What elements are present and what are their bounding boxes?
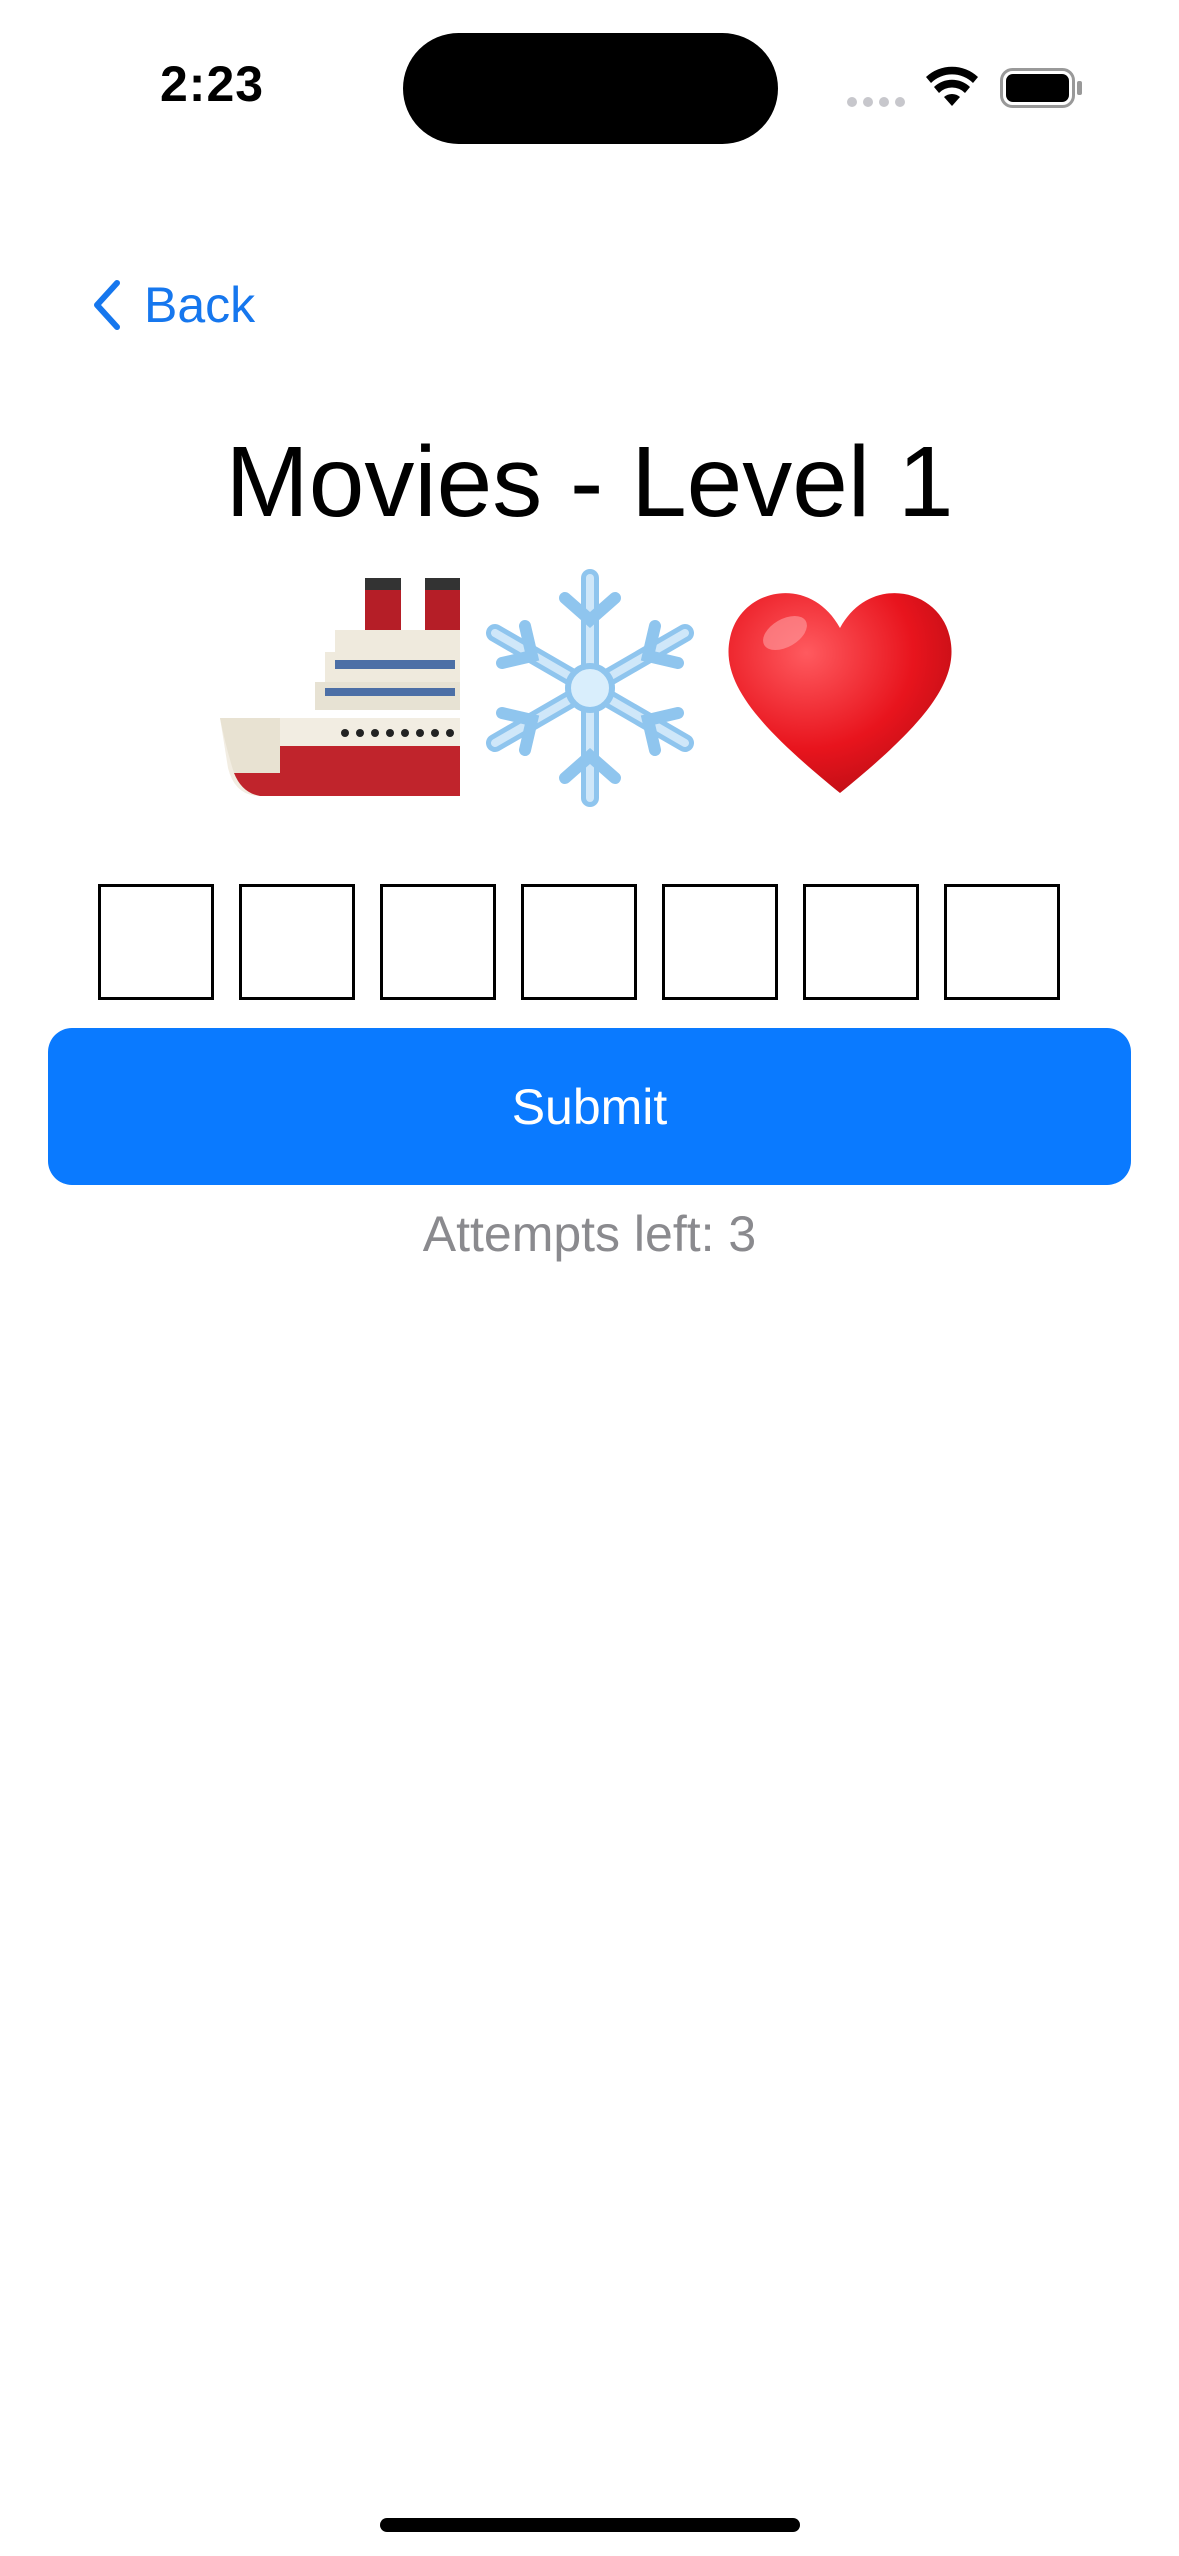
status-time: 2:23 xyxy=(160,56,265,112)
back-button[interactable]: Back xyxy=(92,270,255,340)
battery-icon xyxy=(1000,68,1082,108)
letter-box[interactable] xyxy=(380,884,496,1000)
red-heart-emoji xyxy=(715,568,965,808)
submit-button[interactable]: Submit xyxy=(48,1028,1131,1185)
letter-box[interactable] xyxy=(239,884,355,1000)
wifi-icon xyxy=(926,66,978,106)
answer-letter-boxes xyxy=(98,884,1060,1000)
letter-box[interactable] xyxy=(803,884,919,1000)
cellular-signal-icon xyxy=(847,97,905,107)
snowflake-emoji xyxy=(465,568,715,808)
letter-box[interactable] xyxy=(944,884,1060,1000)
chevron-left-icon xyxy=(94,280,120,330)
letter-box[interactable] xyxy=(98,884,214,1000)
back-label: Back xyxy=(144,277,256,333)
emoji-clue xyxy=(215,565,965,810)
page-title: Movies - Level 1 xyxy=(225,426,954,538)
home-indicator[interactable] xyxy=(380,2518,800,2532)
dynamic-island xyxy=(403,33,778,144)
letter-box[interactable] xyxy=(662,884,778,1000)
ship-emoji xyxy=(215,568,465,808)
attempts-left-text: Attempts left: 3 xyxy=(422,1206,757,1262)
letter-box[interactable] xyxy=(521,884,637,1000)
